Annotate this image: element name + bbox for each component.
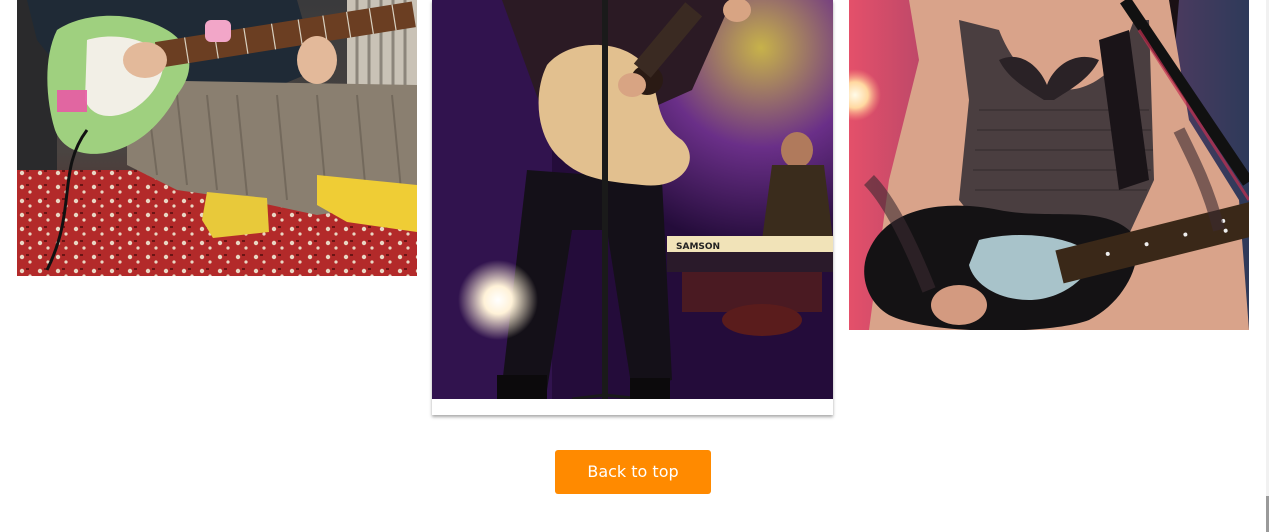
guitarist-sitting-photo: [17, 0, 417, 276]
gallery-card-tattooed-guitarist[interactable]: [849, 0, 1249, 330]
gallery-card-guitarist-sitting[interactable]: [17, 0, 417, 276]
page: SAMSON Back to top: [0, 0, 1269, 532]
gallery-card-acoustic-stage[interactable]: SAMSON: [432, 0, 833, 415]
acoustic-stage-photo: SAMSON: [432, 0, 833, 399]
svg-text:SAMSON: SAMSON: [676, 242, 720, 252]
tattooed-guitarist-photo: [849, 0, 1249, 330]
back-to-top-button[interactable]: Back to top: [555, 450, 711, 494]
